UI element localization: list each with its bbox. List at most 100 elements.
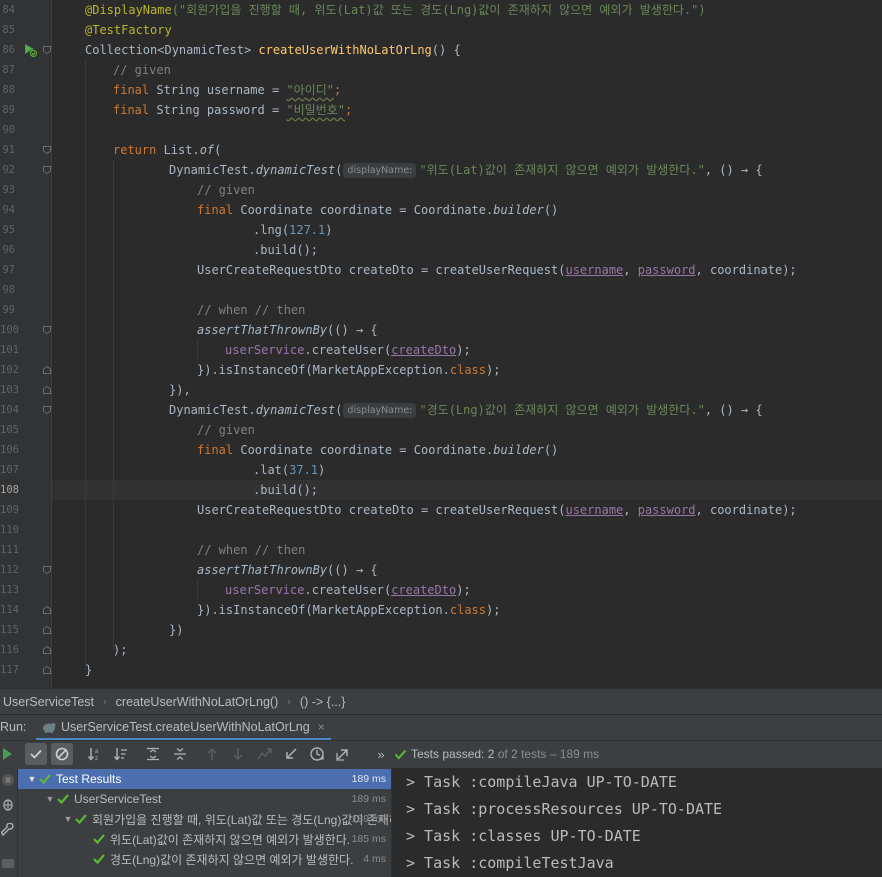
fold-marker-icon[interactable]: [43, 326, 51, 334]
breadcrumb-lambda[interactable]: () -> {...}: [297, 695, 349, 709]
wrench-icon[interactable]: [1, 823, 15, 837]
tree-row-test-results[interactable]: ▼ Test Results 189 ms: [18, 769, 391, 789]
show-ignored-toggle[interactable]: [51, 743, 73, 765]
line-number: 94: [2, 204, 15, 216]
line-number: 87: [2, 64, 15, 76]
fold-marker-icon[interactable]: [43, 406, 51, 414]
line-number: 108: [0, 484, 19, 496]
code-line: userService.createUser(createDto);: [225, 343, 471, 357]
stop-icon[interactable]: [1, 773, 15, 787]
expand-arrow-icon[interactable]: ▼: [26, 774, 38, 784]
next-failed-test-icon[interactable]: [227, 743, 249, 765]
line-number: 89: [2, 104, 15, 116]
indent-guide: [197, 580, 198, 600]
collapse-all-icon[interactable]: [169, 743, 191, 765]
code-line: }).isInstanceOf(MarketAppException.class…: [197, 363, 501, 377]
fold-marker-icon[interactable]: [43, 146, 51, 154]
test-results-tree[interactable]: ▼ Test Results 189 ms ▼ UserServiceTest …: [18, 768, 391, 877]
code-line: .build();: [253, 243, 319, 257]
import-tests-icon[interactable]: [280, 743, 302, 765]
line-number: 109: [0, 504, 19, 516]
layout-icon[interactable]: [1, 856, 15, 870]
code-line: // given: [113, 63, 171, 77]
status-prefix: Tests passed:: [411, 747, 488, 761]
code-line: @DisplayName("회원가입을 진행할 때, 위도(Lat)값 또는 경…: [85, 3, 706, 17]
line-number: 106: [0, 444, 19, 456]
svg-text:z: z: [95, 756, 98, 761]
code-line: );: [113, 643, 128, 657]
line-number: 112: [0, 564, 19, 576]
tree-row-dynamic-test[interactable]: 위도(Lat)값이 존재하지 않으면 예외가 발생한다. 185 ms: [18, 829, 391, 849]
test-history-icon[interactable]: [254, 743, 276, 765]
run-config-tab[interactable]: UserServiceTest.createUserWithNoLatOrLng…: [36, 715, 331, 741]
breadcrumb-method[interactable]: createUserWithNoLatOrLng(): [113, 695, 282, 709]
indent-guide: [85, 60, 86, 670]
close-icon[interactable]: ×: [318, 720, 325, 734]
code-line: @TestFactory: [85, 23, 172, 37]
fold-marker-icon[interactable]: [43, 366, 51, 374]
debug-icon[interactable]: [1, 797, 15, 811]
line-number: 115: [0, 624, 19, 636]
fold-marker-icon[interactable]: [43, 386, 51, 394]
more-actions-icon[interactable]: »: [370, 743, 392, 765]
expand-arrow-icon[interactable]: ▼: [62, 814, 74, 824]
fold-marker-icon[interactable]: [43, 626, 51, 634]
code-line: // given: [197, 423, 255, 437]
show-passed-toggle[interactable]: [25, 743, 47, 765]
fold-marker-icon[interactable]: [43, 166, 51, 174]
fold-marker-icon[interactable]: [43, 666, 51, 674]
line-number: 99: [2, 304, 15, 316]
line-number: 102: [0, 364, 19, 376]
sort-alphabetically-icon[interactable]: az: [84, 743, 106, 765]
line-number: 86: [2, 44, 15, 56]
expand-all-icon[interactable]: [142, 743, 164, 765]
tree-row-dynamic-test[interactable]: 경도(Lng)값이 존재하지 않으면 예외가 발생한다. 4 ms: [18, 849, 391, 869]
code-line: DynamicTest.dynamicTest(displayName: "위도(…: [169, 163, 763, 178]
code-line: assertThatThrownBy(() → {: [197, 563, 378, 577]
line-number: 96: [2, 244, 15, 256]
code-line: }): [169, 623, 184, 637]
status-suffix: of 2 tests – 189 ms: [494, 747, 600, 761]
fold-marker-icon[interactable]: [43, 46, 51, 54]
breadcrumb: UserServiceTest › createUserWithNoLatOrL…: [0, 688, 882, 714]
tree-row-time: 189 ms: [348, 773, 386, 785]
breadcrumb-separator-icon: ›: [103, 695, 107, 708]
code-line: DynamicTest.dynamicTest(displayName: "경도(…: [169, 403, 763, 418]
line-number: 116: [0, 644, 19, 656]
code-editor[interactable]: 84 85 86 87 88 89 90 91 92 93 94 95 96 9…: [0, 0, 882, 688]
rerun-icon[interactable]: [0, 743, 18, 765]
code-line: .build();: [253, 483, 319, 497]
breadcrumb-class[interactable]: UserServiceTest: [0, 695, 97, 709]
code-line: assertThatThrownBy(() → {: [197, 323, 378, 337]
tree-row-time: 189 ms: [351, 793, 386, 805]
run-tab-title: UserServiceTest.createUserWithNoLatOrLng: [61, 719, 310, 734]
console-output[interactable]: > Task :compileJava UP-TO-DATE > Task :p…: [394, 768, 882, 877]
line-number: 97: [2, 264, 15, 276]
console-line: > Task :processResources UP-TO-DATE: [406, 800, 723, 818]
passed-check-icon: [93, 834, 105, 845]
code-line: // when // then: [197, 543, 306, 557]
breadcrumb-separator-icon: ›: [287, 695, 291, 708]
history-clock-icon[interactable]: [306, 743, 328, 765]
fold-marker-icon[interactable]: [43, 566, 51, 574]
console-line: > Task :compileJava UP-TO-DATE: [406, 773, 677, 791]
expand-arrow-icon[interactable]: ▼: [44, 794, 56, 804]
code-line: final String username = "아이디";: [113, 83, 342, 97]
check-icon: [394, 749, 407, 759]
line-number: 114: [0, 604, 19, 616]
indent-guide: [113, 160, 114, 650]
editor-gutter: 84 85 86 87 88 89 90 91 92 93 94 95 96 9…: [0, 0, 52, 688]
sort-by-duration-icon[interactable]: [110, 743, 132, 765]
run-tool-window-header: Run: UserServiceTest.createUserWithNoLat…: [0, 714, 882, 741]
line-number: 107: [0, 464, 19, 476]
tree-row-test-factory[interactable]: ▼ 회원가입을 진행할 때, 위도(Lat)값 또는 경도(Lng)값이 존재하…: [18, 809, 391, 829]
run-test-gutter-icon[interactable]: [23, 43, 37, 57]
export-results-icon[interactable]: [332, 743, 354, 765]
indent-guide: [197, 340, 198, 360]
line-number: 84: [2, 4, 15, 16]
fold-marker-icon[interactable]: [43, 646, 51, 654]
previous-failed-test-icon[interactable]: [201, 743, 223, 765]
tree-row-test-class[interactable]: ▼ UserServiceTest 189 ms: [18, 789, 391, 809]
passed-check-icon: [93, 854, 105, 865]
fold-marker-icon[interactable]: [43, 606, 51, 614]
